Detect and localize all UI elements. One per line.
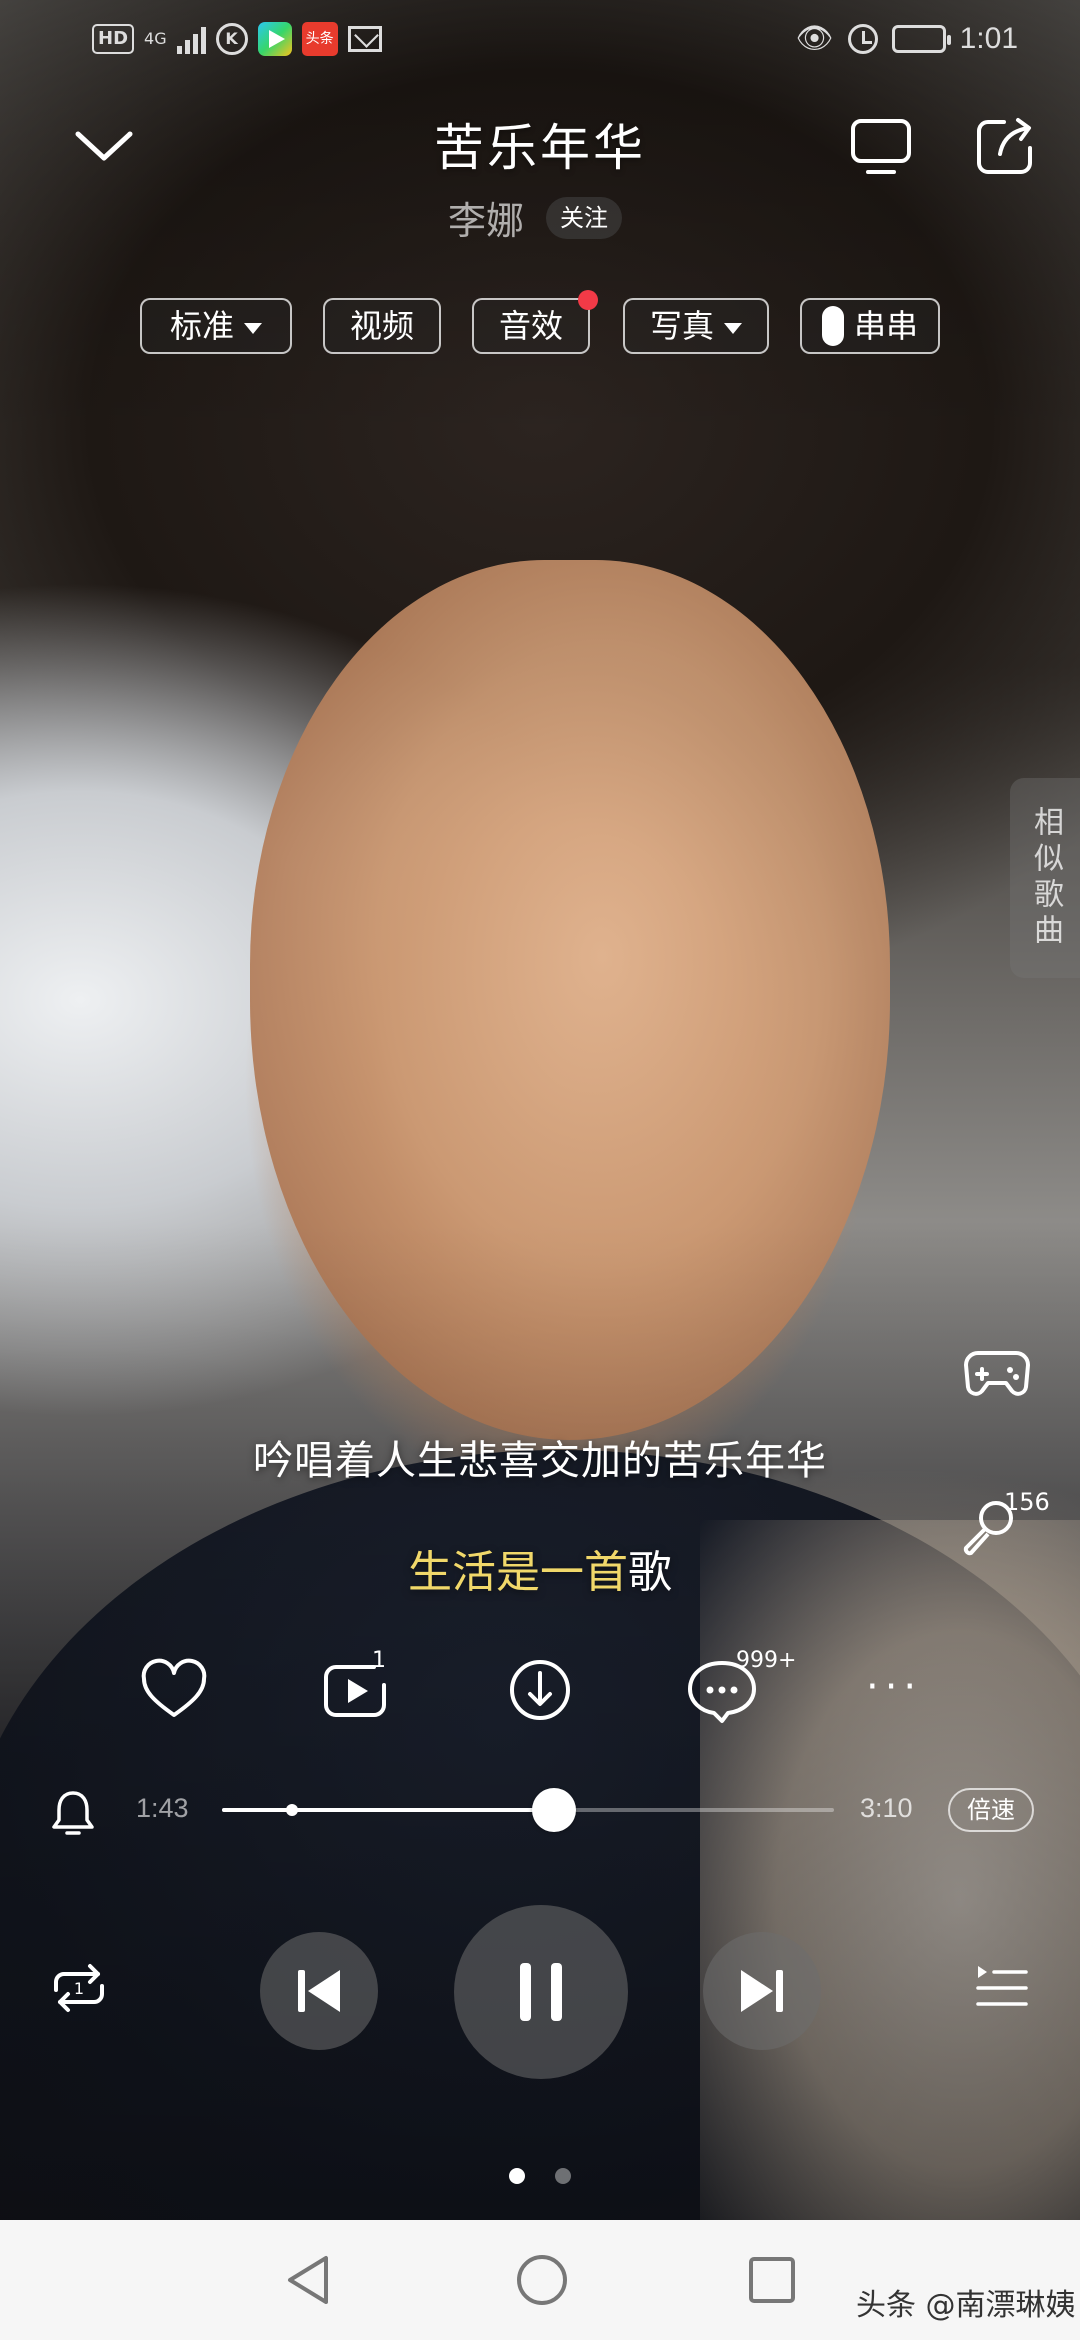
karaoke-count: 156 [1004, 1488, 1050, 1516]
network-type-label: 4G [144, 29, 167, 48]
artist-row: 李娜 关注 [0, 190, 1080, 245]
effects-chip[interactable]: 音效 [472, 290, 598, 354]
video-chip[interactable]: 视频 [323, 298, 441, 354]
progress-fill [222, 1808, 554, 1812]
photo-chip[interactable]: 写真 [623, 298, 769, 354]
game-button[interactable] [962, 1345, 1032, 1401]
ringtone-button[interactable] [50, 1788, 96, 1836]
caret-down-icon [724, 322, 742, 334]
nav-back-icon [288, 2256, 328, 2304]
skip-next-icon [741, 1970, 783, 2012]
page-dot [555, 2168, 571, 2184]
tv-icon [851, 119, 911, 174]
mode-chips: 标准 视频 音效 写真 串串 [0, 290, 1080, 354]
status-bar-left: HD 4G K 头条 [92, 22, 382, 56]
caret-down-icon [244, 322, 262, 334]
progress-slider[interactable] [222, 1788, 834, 1832]
repeat-icon: 1 [54, 1964, 104, 2012]
play-pause-button[interactable] [454, 1905, 628, 2079]
lyric-unsung-part: 歌 [628, 1547, 672, 1598]
nav-recents-icon [749, 2257, 795, 2303]
current-time: 1:43 [136, 1793, 189, 1823]
svg-text:1: 1 [74, 1979, 84, 1998]
playback-speed-button[interactable]: 倍速 [948, 1788, 1034, 1832]
nav-home-icon [517, 2255, 567, 2305]
chuanchuan-toggle[interactable]: 串串 [800, 298, 940, 354]
nav-back-button[interactable] [282, 2252, 338, 2312]
share-icon [977, 118, 1032, 174]
lyric-sung-part: 生活是一首 [408, 1547, 628, 1598]
photo-chip-label: 写真 [649, 307, 714, 345]
pause-icon [520, 1963, 562, 2021]
total-time: 3:10 [860, 1793, 913, 1823]
video-chip-label: 视频 [349, 307, 414, 345]
similar-songs-tab[interactable]: 相似歌曲 [1010, 778, 1080, 978]
toggle-knob [821, 306, 844, 346]
effects-chip-label: 音效 [498, 307, 563, 345]
skip-previous-icon [298, 1970, 340, 2012]
playlist-button[interactable] [974, 1962, 1030, 2014]
bell-icon [52, 1791, 94, 1835]
alarm-icon [847, 24, 878, 54]
mail-icon [347, 26, 382, 52]
k-app-icon: K [215, 23, 248, 55]
nav-recents-button[interactable] [744, 2252, 800, 2312]
status-bar-right: 👁 1:01 [796, 22, 1018, 56]
comment-count-badge: 999+ [736, 1648, 797, 1673]
artist-name[interactable]: 李娜 [448, 190, 524, 245]
eye-comfort-icon: 👁 [795, 21, 834, 56]
playlist-icon [976, 1966, 1028, 2006]
quality-chip[interactable]: 标准 [140, 298, 292, 354]
download-icon [510, 1660, 570, 1720]
heart-icon [141, 1658, 207, 1717]
repeat-mode-button[interactable]: 1 [46, 1960, 112, 2016]
play-store-icon [257, 22, 292, 56]
hd-indicator: HD [92, 24, 135, 54]
quality-chip-label: 标准 [169, 307, 234, 345]
collapse-button[interactable] [72, 120, 136, 170]
gamepad-icon [964, 1351, 1030, 1396]
like-button[interactable] [134, 1655, 214, 1725]
progress-knob[interactable] [531, 1788, 576, 1832]
previous-button[interactable] [260, 1932, 378, 2050]
status-bar: HD 4G K 头条 👁 1:01 [0, 0, 1080, 84]
download-button[interactable] [500, 1655, 580, 1725]
notification-dot [578, 290, 598, 310]
next-button[interactable] [703, 1932, 821, 2050]
status-time: 1:01 [959, 22, 1018, 55]
battery-icon [891, 25, 951, 53]
news-app-icon: 头条 [301, 22, 338, 56]
page-indicator [0, 2168, 1080, 2184]
watermark: 头条 @南漂琳姨 [856, 2288, 1076, 2323]
chevron-down-icon [75, 131, 133, 161]
more-button[interactable]: ··· [866, 1667, 946, 1742]
chuanchuan-label: 串串 [853, 307, 918, 345]
song-title: 苦乐年华 [434, 119, 646, 177]
nav-home-button[interactable] [514, 2252, 570, 2312]
page-dot [509, 2168, 525, 2184]
lyric-line-previous: 吟唱着人生悲喜交加的苦乐年华 [253, 1438, 827, 1484]
cast-screen-button[interactable] [848, 116, 914, 178]
mv-button[interactable] [318, 1655, 398, 1725]
lyric-line-current: 生活是一首歌 [0, 1536, 1080, 1600]
share-button[interactable] [974, 116, 1036, 178]
follow-button[interactable]: 关注 [546, 196, 622, 239]
video-play-icon [324, 1665, 386, 1717]
signal-icon [176, 24, 206, 54]
mv-count-badge: 1 [372, 1648, 386, 1673]
